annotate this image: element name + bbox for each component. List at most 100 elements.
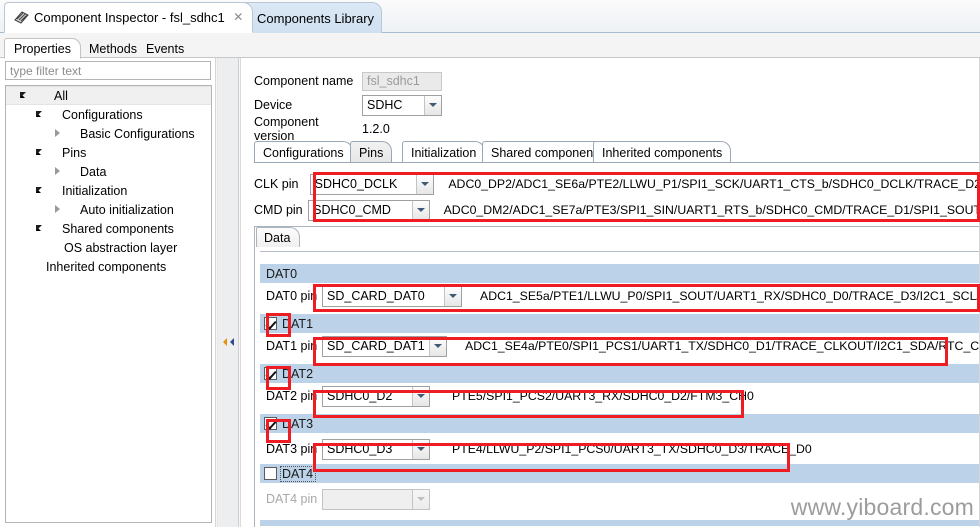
tree-item-label: Data <box>80 164 107 179</box>
component-version-value: 1.2.0 <box>362 122 390 136</box>
chevron-down-icon[interactable] <box>412 439 429 459</box>
tab-methods-label: Methods <box>89 41 137 56</box>
clk-pin-select[interactable]: SDHC0_DCLK <box>309 173 435 195</box>
tree-item-label: Pins <box>62 145 87 160</box>
filter-placeholder: type filter text <box>10 63 82 78</box>
tree-item-data[interactable]: Data <box>6 162 211 181</box>
dat2-header: DAT2 <box>260 364 980 383</box>
chevron-down-icon[interactable] <box>416 174 434 194</box>
collapse-sidebar-button[interactable] <box>220 335 238 349</box>
component-name-field: fsl_sdhc1 <box>362 71 442 91</box>
tree-item-inherited-components[interactable]: Inherited components <box>6 257 211 276</box>
chevron-down-icon[interactable] <box>32 219 48 238</box>
chevron-right-icon[interactable] <box>50 124 66 143</box>
dat3-header-label: DAT3 <box>282 416 314 431</box>
dat3-pin-row: DAT3 pin SDHC0_D3 PTE4/LLWU_P2/SPI1_PCS0… <box>260 436 980 462</box>
properties-tree[interactable]: All Configurations Basic Configurations … <box>5 85 212 523</box>
editor-tab-component-inspector[interactable]: Component Inspector - fsl_sdhc1 ✕ <box>4 2 253 33</box>
data-group-box: Data DAT0 DAT0 pin SD_CARD_DAT0 ADC1_SE5… <box>254 226 980 527</box>
tree-item-label: Basic Configurations <box>80 126 195 141</box>
dat3-pin-select[interactable]: SDHC0_D3 <box>322 438 430 460</box>
dat2-pin-select[interactable]: SDHC0_D2 <box>322 385 430 407</box>
dat2-pin-value: SDHC0_D2 <box>327 389 393 403</box>
chevron-down-icon[interactable] <box>411 200 429 220</box>
chevron-down-icon[interactable] <box>16 86 32 105</box>
dat3-pin-description: PTE4/LLWU_P2/SPI1_PCS0/UART3_TX/SDHC0_D3… <box>452 442 812 456</box>
dat1-header: DAT1 <box>260 314 980 333</box>
dat3-header: DAT3 <box>260 414 980 433</box>
tree-item-initialization[interactable]: Initialization <box>6 181 211 200</box>
dat2-pin-row: DAT2 pin SDHC0_D2 PTE5/SPI1_PCS2/UART3_R… <box>260 383 980 409</box>
dat3-pin-value: SDHC0_D3 <box>327 442 393 456</box>
clk-pin-row: CLK pin SDHC0_DCLK ADC0_DP2/ADC1_SE6a/PT… <box>254 173 980 195</box>
dat0-pin-select[interactable]: SD_CARD_DAT0 <box>322 285 462 307</box>
tab-configurations[interactable]: Configurations <box>254 141 353 163</box>
tree-item-label: Shared components <box>62 221 174 236</box>
editor-tab-label: Component Inspector - fsl_sdhc1 <box>34 10 225 25</box>
dat4-checkbox[interactable] <box>264 467 277 480</box>
component-version-label: Component version <box>254 115 319 143</box>
tab-pins-label: Pins <box>359 145 384 160</box>
dat1-pin-row: DAT1 pin SD_CARD_DAT1 ADC1_SE4a/PTE0/SPI… <box>260 333 980 359</box>
dat0-pin-value: SD_CARD_DAT0 <box>327 289 425 303</box>
filter-input[interactable]: type filter text <box>5 61 211 80</box>
tab-events-label: Events <box>146 41 185 56</box>
component-name-label: Component name <box>254 74 354 88</box>
cmd-pin-select[interactable]: SDHC0_CMD <box>308 199 430 221</box>
chevron-right-icon[interactable] <box>50 200 66 219</box>
tab-properties-label: Properties <box>14 41 71 56</box>
dat1-pin-description: ADC1_SE4a/PTE0/SPI1_PCS1/UART1_TX/SDHC0_… <box>465 339 980 353</box>
tree-item-label: Auto initialization <box>80 202 174 217</box>
dat3-checkbox[interactable] <box>264 417 277 430</box>
chevron-down-icon[interactable] <box>32 143 48 162</box>
dat1-pin-value: SD_CARD_DAT1 <box>327 339 425 353</box>
editor-tab-label: Components Library <box>257 10 375 26</box>
chevron-down-icon[interactable] <box>444 286 461 306</box>
dat1-checkbox[interactable] <box>264 317 277 330</box>
sidebar-collapse-strip <box>217 58 239 527</box>
pins-tab-underline <box>254 162 980 163</box>
dat4-pin-label: DAT4 pin <box>266 492 318 506</box>
dat1-pin-select[interactable]: SD_CARD_DAT1 <box>322 335 447 357</box>
watermark: www.yiboard.com <box>790 494 974 520</box>
device-select[interactable]: SDHC <box>362 94 442 116</box>
chevron-down-icon[interactable] <box>412 386 429 406</box>
chevron-down-icon[interactable] <box>32 105 48 124</box>
dat4-header-label: DAT4 <box>279 465 317 482</box>
dat2-checkbox[interactable] <box>264 367 277 380</box>
tab-initialization[interactable]: Initialization <box>402 141 486 163</box>
tab-inherited-components[interactable]: Inherited components <box>593 141 732 163</box>
tree-item-pins[interactable]: Pins <box>6 143 211 162</box>
tab-properties[interactable]: Properties <box>4 38 81 59</box>
double-chevron-left-icon <box>223 338 234 346</box>
device-row: Device SDHC <box>254 94 442 116</box>
chevron-down-icon[interactable] <box>32 181 48 200</box>
tab-pins[interactable]: Pins <box>350 141 393 163</box>
data-rows-container: DAT0 DAT0 pin SD_CARD_DAT0 ADC1_SE5a/PTE… <box>260 251 980 527</box>
component-name-row: Component name fsl_sdhc1 <box>254 71 442 91</box>
tab-data[interactable]: Data <box>256 227 301 247</box>
tree-item-shared-components[interactable]: Shared components <box>6 219 211 238</box>
cmd-pin-description: ADC0_DM2/ADC1_SE7a/PTE3/SPI1_SIN/UART1_R… <box>443 203 980 217</box>
tree-item-auto-initialization[interactable]: Auto initialization <box>6 200 211 219</box>
tree-item-os-abstraction-layer[interactable]: OS abstraction layer <box>6 238 211 257</box>
close-icon[interactable]: ✕ <box>232 11 245 24</box>
clk-pin-description: ADC0_DP2/ADC1_SE6a/PTE2/LLWU_P1/SPI1_SCK… <box>448 177 980 191</box>
tab-events[interactable]: Events <box>137 38 193 59</box>
tab-inherited-components-label: Inherited components <box>602 145 723 160</box>
tree-item-basic-configurations[interactable]: Basic Configurations <box>6 124 211 143</box>
tree-item-configurations[interactable]: Configurations <box>6 105 211 124</box>
cmd-pin-label: CMD pin <box>254 203 303 217</box>
component-name-value: fsl_sdhc1 <box>367 74 420 88</box>
tree-item-all[interactable]: All <box>6 86 211 105</box>
device-value: SDHC <box>367 98 403 112</box>
dat0-pin-label: DAT0 pin <box>266 289 318 303</box>
cmd-pin-row: CMD pin SDHC0_CMD ADC0_DM2/ADC1_SE7a/PTE… <box>254 199 980 221</box>
tab-shared-components-label: Shared components <box>491 145 603 160</box>
chevron-down-icon[interactable] <box>424 95 441 115</box>
chevron-down-icon[interactable] <box>429 336 446 356</box>
dat4-pin-select <box>322 488 430 510</box>
dat0-header: DAT0 <box>260 264 980 283</box>
chevron-right-icon[interactable] <box>50 162 66 181</box>
dat2-pin-label: DAT2 pin <box>266 389 318 403</box>
